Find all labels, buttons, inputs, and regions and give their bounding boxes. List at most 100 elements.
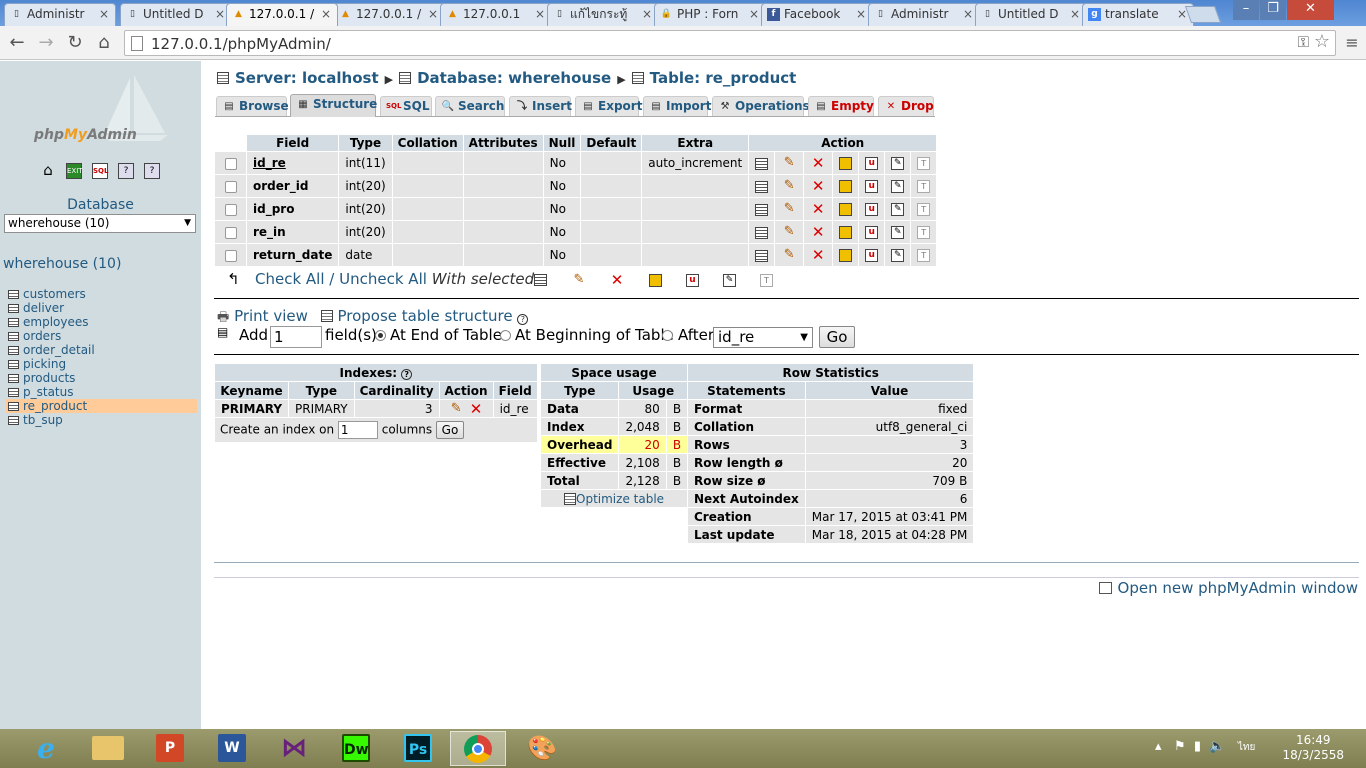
table-icon[interactable] <box>8 360 19 369</box>
after-radio[interactable] <box>662 330 673 341</box>
action-browse[interactable] <box>749 198 775 220</box>
database-select[interactable]: wherehouse (10) ▼ <box>4 214 196 233</box>
index-icon[interactable]: ✎ <box>891 180 905 193</box>
delete-icon[interactable]: ✕ <box>609 272 625 288</box>
browser-tab[interactable]: ▲ 127.0.0.1 / × <box>333 3 445 26</box>
browser-tab[interactable]: ▯ Administr × <box>4 3 116 26</box>
action-change[interactable]: ✎ <box>775 198 804 220</box>
action-primary[interactable] <box>833 244 859 266</box>
help-docs-icon[interactable]: ? <box>118 163 134 179</box>
tab-search[interactable]: 🔍 Search <box>435 96 505 116</box>
row-checkbox[interactable] <box>224 249 237 262</box>
browse-icon[interactable] <box>755 226 769 239</box>
action-drop[interactable]: ✕ <box>804 175 833 197</box>
propose-structure-link[interactable]: Propose table structure <box>337 307 512 325</box>
table-list-item[interactable]: p_status <box>6 385 197 399</box>
action-fulltext[interactable]: T <box>911 244 937 266</box>
action-unique[interactable]: u <box>859 152 885 174</box>
pencil-icon[interactable]: ✎ <box>448 401 464 417</box>
browser-tab[interactable]: ▯ Untitled D × <box>120 3 232 26</box>
primary-key-icon[interactable] <box>839 157 853 170</box>
after-field-select[interactable]: id_re ▼ <box>713 327 813 348</box>
action-primary[interactable] <box>833 221 859 243</box>
index-icon[interactable]: ✎ <box>723 273 736 287</box>
action-change[interactable]: ✎ <box>775 152 804 174</box>
tab-browse[interactable]: ▤ Browse <box>216 96 289 116</box>
add-fields-count-input[interactable] <box>270 326 322 348</box>
fulltext-icon[interactable]: T <box>917 249 931 262</box>
table-list-item[interactable]: customers <box>6 287 197 301</box>
close-icon[interactable]: × <box>1070 4 1080 25</box>
browse-icon[interactable] <box>755 203 769 216</box>
file-explorer-icon[interactable] <box>80 731 136 766</box>
optimize-table-link[interactable]: Optimize table <box>576 492 664 506</box>
at-end-radio[interactable] <box>375 330 386 341</box>
action-fulltext[interactable]: T <box>911 198 937 220</box>
action-browse[interactable] <box>749 221 775 243</box>
delete-icon[interactable]: ✕ <box>810 155 826 171</box>
paint-icon[interactable]: 🎨 <box>514 731 570 766</box>
primary-key-icon[interactable] <box>649 273 662 287</box>
action-index[interactable]: ✎ <box>885 175 911 197</box>
unique-icon[interactable]: u <box>865 203 879 216</box>
add-field-go-button[interactable]: Go <box>819 326 855 348</box>
reload-icon[interactable]: ↻ <box>63 31 87 55</box>
browser-tab[interactable]: 🔒 PHP : Forn × <box>654 3 766 26</box>
close-icon[interactable]: × <box>321 4 331 25</box>
forward-icon[interactable]: → <box>34 31 58 55</box>
action-fulltext[interactable]: T <box>911 152 937 174</box>
row-checkbox[interactable] <box>224 203 237 216</box>
browse-icon[interactable] <box>755 249 769 262</box>
check-all-link[interactable]: Check All <box>255 270 325 288</box>
fulltext-icon[interactable]: T <box>917 226 931 239</box>
pencil-icon[interactable]: ✎ <box>781 155 797 171</box>
action-change[interactable]: ✎ <box>775 244 804 266</box>
key-icon[interactable]: ⚿ <box>1298 33 1309 51</box>
row-checkbox[interactable] <box>224 226 237 239</box>
index-icon[interactable]: ✎ <box>891 249 905 262</box>
browse-icon[interactable] <box>755 180 769 193</box>
close-icon[interactable]: × <box>535 4 545 25</box>
tab-empty[interactable]: ▤ Empty <box>808 96 874 116</box>
pencil-icon[interactable]: ✎ <box>781 247 797 263</box>
sql-icon[interactable]: SQL <box>92 163 108 179</box>
tab-insert[interactable]: ⤵ Insert <box>509 96 572 116</box>
action-browse[interactable] <box>749 152 775 174</box>
maximize-icon[interactable]: ❐ <box>1260 0 1286 20</box>
browser-tab[interactable]: ▲ 127.0.0.1 × <box>440 3 552 26</box>
visual-studio-icon[interactable]: ⋈ <box>266 731 322 766</box>
pencil-icon[interactable]: ✎ <box>571 272 587 288</box>
browser-tab[interactable]: g translate × <box>1082 3 1194 26</box>
tab-operations[interactable]: ⚒ Operations <box>712 96 810 116</box>
database-title-link[interactable]: wherehouse (10) <box>3 256 121 272</box>
create-index-go-button[interactable]: Go <box>435 421 464 439</box>
action-unique[interactable]: u <box>859 221 885 243</box>
flag-icon[interactable]: ⚑ <box>1174 739 1186 754</box>
index-icon[interactable]: ✎ <box>891 203 905 216</box>
menu-icon[interactable]: ≡ <box>1340 31 1364 55</box>
action-index[interactable]: ✎ <box>885 152 911 174</box>
table-list-item[interactable]: employees <box>6 315 197 329</box>
close-icon[interactable]: × <box>642 4 652 25</box>
phpmyadmin-logo[interactable]: phpMyAdmin <box>34 127 137 143</box>
breadcrumb-table[interactable]: Table: re_product <box>650 69 797 87</box>
primary-key-icon[interactable] <box>839 249 853 262</box>
close-icon[interactable]: × <box>856 4 866 25</box>
table-list-item[interactable]: tb_sup <box>6 413 197 427</box>
delete-icon[interactable]: ✕ <box>468 401 484 417</box>
action-fulltext[interactable]: T <box>911 221 937 243</box>
browser-tab[interactable]: ▯ แก้ไขกระทู้ × <box>547 3 659 26</box>
delete-icon[interactable]: ✕ <box>810 247 826 263</box>
star-icon[interactable]: ☆ <box>1314 31 1330 52</box>
home-icon[interactable]: ⌂ <box>40 163 56 179</box>
browser-tab[interactable]: f Facebook × <box>761 3 873 26</box>
pencil-icon[interactable]: ✎ <box>781 224 797 240</box>
browser-tab[interactable]: ▯ Untitled D × <box>975 3 1087 26</box>
action-index[interactable]: ✎ <box>885 244 911 266</box>
table-list-item[interactable]: products <box>6 371 197 385</box>
table-icon[interactable] <box>8 402 19 411</box>
pencil-icon[interactable]: ✎ <box>781 201 797 217</box>
breadcrumb-database[interactable]: Database: wherehouse <box>417 69 611 87</box>
action-change[interactable]: ✎ <box>775 221 804 243</box>
table-list-item[interactable]: order_detail <box>6 343 197 357</box>
